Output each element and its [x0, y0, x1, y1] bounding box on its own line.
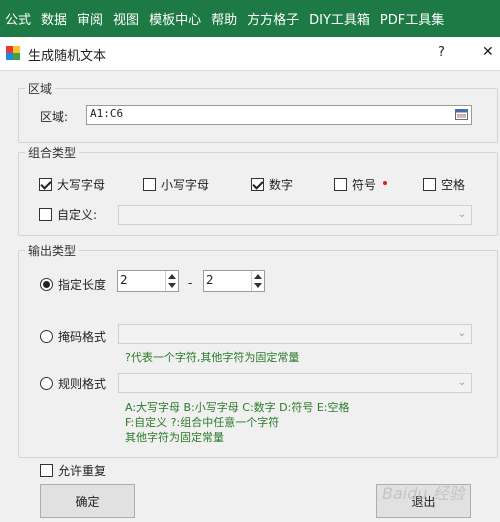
output-group-label: 输出类型 — [25, 242, 80, 259]
custom-label: 自定义: — [57, 208, 98, 222]
stepper-arrows-icon[interactable] — [251, 271, 264, 291]
red-dot-marker — [383, 181, 387, 185]
fixed-length-radio[interactable] — [40, 278, 53, 291]
watermark-logo: Baidu 经验 — [382, 484, 465, 503]
region-input[interactable]: A1:C6 — [86, 105, 472, 125]
fixed-length-label: 指定长度 — [58, 278, 107, 292]
space-checkbox[interactable] — [423, 178, 436, 191]
digits-label: 数字 — [269, 178, 294, 192]
rule-hint-line1: A:大写字母 B:小写字母 C:数字 D:符号 E:空格 — [125, 401, 350, 414]
mask-hint: ?代表一个字符,其他字符为固定常量 — [125, 351, 300, 364]
custom-chars-dropdown[interactable]: ⌄ — [118, 205, 472, 225]
lowercase-checkbox[interactable] — [143, 178, 156, 191]
rule-format-dropdown[interactable]: ⌄ — [118, 373, 472, 393]
range-select-icon[interactable] — [455, 109, 468, 120]
combo-group-label: 组合类型 — [25, 144, 80, 161]
help-icon[interactable]: ? — [438, 45, 445, 60]
uppercase-label: 大写字母 — [57, 178, 106, 192]
tab-template-center[interactable]: 模板中心 — [144, 9, 206, 28]
region-label: 区域: — [40, 110, 69, 124]
ribbon-tabs: 公式 数据 审阅 视图 模板中心 帮助 方方格子 DIY工具箱 PDF工具集 — [0, 0, 500, 37]
ok-button[interactable]: 确定 — [40, 484, 135, 518]
dialog-title: 生成随机文本 — [28, 49, 107, 64]
length-min-stepper[interactable]: 2 — [117, 270, 179, 292]
chevron-down-icon: ⌄ — [457, 377, 466, 388]
rule-format-label: 规则格式 — [58, 377, 107, 391]
tab-data[interactable]: 数据 — [36, 9, 72, 28]
tab-review[interactable]: 审阅 — [72, 9, 108, 28]
mask-format-radio[interactable] — [40, 330, 53, 343]
mask-format-label: 掩码格式 — [58, 330, 107, 344]
stepper-arrows-icon[interactable] — [165, 271, 178, 291]
length-max-stepper[interactable]: 2 — [203, 270, 265, 292]
rule-format-radio[interactable] — [40, 377, 53, 390]
allow-repeat-label: 允许重复 — [58, 464, 107, 478]
tab-diy-toolbox[interactable]: DIY工具箱 — [304, 9, 375, 28]
tab-view[interactable]: 视图 — [108, 9, 144, 28]
uppercase-checkbox[interactable] — [39, 178, 52, 191]
app-icon — [6, 46, 20, 60]
rule-hint-line2: F:自定义 ?:组合中任意一个字符 — [125, 416, 280, 429]
length-separator: - — [188, 276, 193, 290]
tab-formula[interactable]: 公式 — [0, 9, 36, 28]
space-label: 空格 — [441, 178, 466, 192]
region-group-label: 区域 — [25, 80, 56, 97]
tab-help[interactable]: 帮助 — [206, 9, 242, 28]
tab-fangfang[interactable]: 方方格子 — [242, 9, 304, 28]
allow-repeat-checkbox[interactable] — [40, 464, 53, 477]
symbols-checkbox[interactable] — [334, 178, 347, 191]
mask-format-dropdown[interactable]: ⌄ — [118, 324, 472, 344]
digits-checkbox[interactable] — [251, 178, 264, 191]
chevron-down-icon: ⌄ — [457, 209, 466, 220]
symbols-label: 符号 — [352, 178, 377, 192]
dialog-titlebar: 生成随机文本 ? ✕ — [0, 37, 500, 71]
close-icon[interactable]: ✕ — [482, 44, 494, 60]
rule-hint-line3: 其他字符为固定常量 — [125, 431, 224, 444]
chevron-down-icon: ⌄ — [457, 328, 466, 339]
tab-pdf-tools[interactable]: PDF工具集 — [375, 9, 449, 28]
lowercase-label: 小写字母 — [161, 178, 210, 192]
custom-checkbox[interactable] — [39, 208, 52, 221]
